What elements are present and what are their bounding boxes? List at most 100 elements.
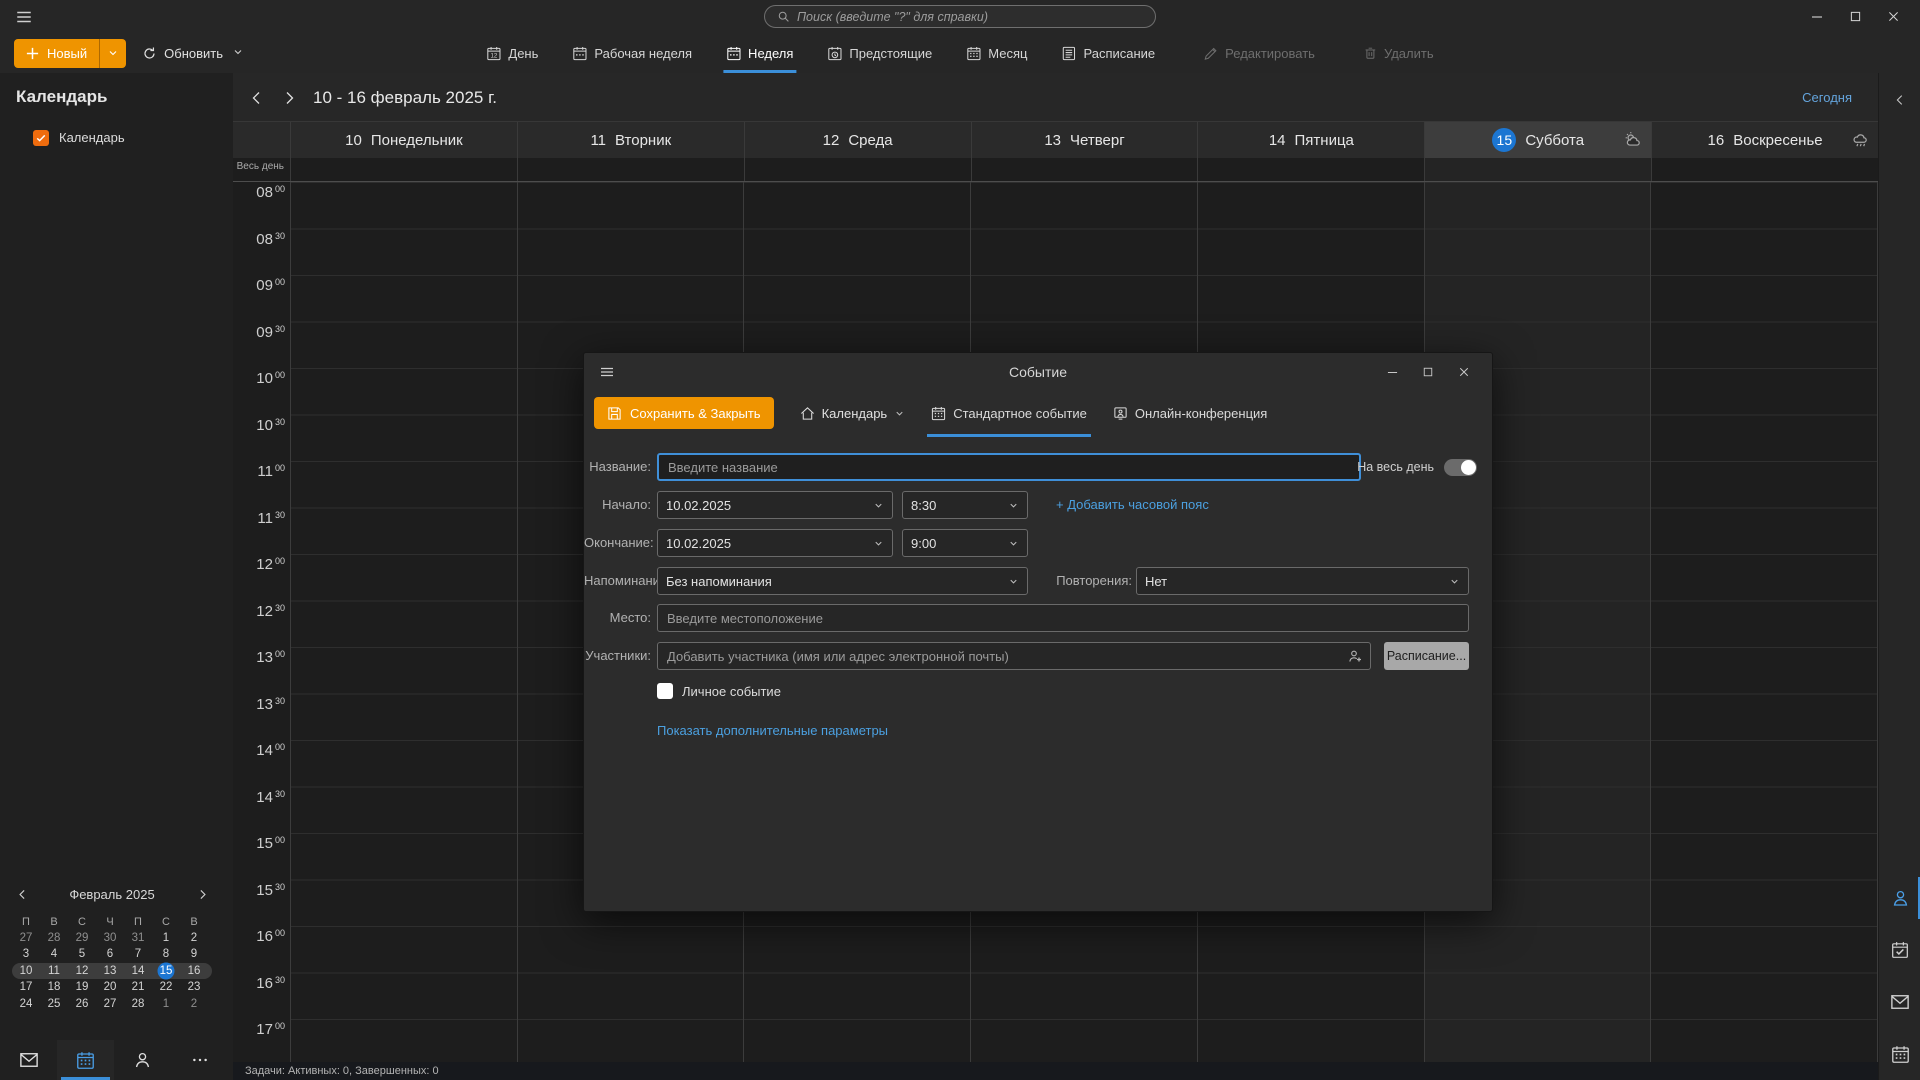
mini-calendar-day[interactable]: 9 xyxy=(180,946,208,963)
save-close-button[interactable]: Сохранить & Закрыть xyxy=(594,397,774,429)
private-event-checkbox[interactable] xyxy=(657,683,673,699)
repeat-select[interactable]: Нет xyxy=(1136,567,1469,595)
rail-calendar-icon[interactable] xyxy=(1879,1028,1920,1080)
day-column[interactable] xyxy=(290,182,517,1062)
mini-calendar-day[interactable]: 10 xyxy=(12,963,40,980)
view-tab[interactable]: Расписание xyxy=(1061,33,1155,73)
view-tab[interactable]: 12День xyxy=(486,33,538,73)
new-button[interactable]: Новый xyxy=(14,39,126,68)
start-time-select[interactable]: 8:30 xyxy=(902,491,1028,519)
all-day-cell[interactable] xyxy=(1651,158,1878,181)
view-tab[interactable]: Рабочая неделя xyxy=(572,33,692,73)
calendar-dropdown[interactable]: Календарь xyxy=(800,406,906,421)
dialog-close-icon[interactable] xyxy=(1446,353,1482,391)
day-header-cell[interactable]: 12Среда xyxy=(744,122,971,158)
all-day-cell[interactable] xyxy=(971,158,1198,181)
mini-calendar-day[interactable]: 12 xyxy=(68,963,96,980)
mini-calendar-day[interactable]: 21 xyxy=(124,979,152,996)
mini-calendar-day[interactable]: 29 xyxy=(68,930,96,947)
search-input[interactable]: Поиск (введите "?" для справки) xyxy=(764,5,1156,28)
reminder-select[interactable]: Без напоминания xyxy=(657,567,1028,595)
all-day-toggle[interactable] xyxy=(1444,459,1477,476)
dock-people-icon[interactable] xyxy=(114,1040,171,1080)
day-header-cell[interactable]: 13Четверг xyxy=(971,122,1198,158)
all-day-cell[interactable] xyxy=(517,158,744,181)
dock-mail-icon[interactable] xyxy=(0,1040,57,1080)
mini-calendar-day[interactable]: 16 xyxy=(180,963,208,980)
all-day-cell[interactable] xyxy=(1424,158,1651,181)
mini-calendar-day[interactable]: 30 xyxy=(96,930,124,947)
tab-online-conference[interactable]: Онлайн-конференция xyxy=(1113,391,1267,435)
maximize-icon[interactable] xyxy=(1836,0,1874,33)
mini-calendar-day[interactable]: 4 xyxy=(40,946,68,963)
show-more-options-link[interactable]: Показать дополнительные параметры xyxy=(657,723,888,738)
prev-week-icon[interactable] xyxy=(245,85,269,111)
mini-calendar-day[interactable]: 5 xyxy=(68,946,96,963)
day-header-cell[interactable]: 16Воскресенье xyxy=(1651,122,1878,158)
mini-calendar-day[interactable]: 3 xyxy=(12,946,40,963)
view-tab[interactable]: Месяц xyxy=(966,33,1027,73)
mini-calendar-day[interactable]: 27 xyxy=(12,930,40,947)
mini-calendar-day[interactable]: 11 xyxy=(40,963,68,980)
mini-calendar-day[interactable]: 2 xyxy=(180,930,208,947)
mini-calendar-day[interactable]: 23 xyxy=(180,979,208,996)
mini-calendar-day[interactable]: 18 xyxy=(40,979,68,996)
mini-calendar-day[interactable]: 1 xyxy=(152,930,180,947)
location-input[interactable] xyxy=(658,605,1468,631)
calendar-checkbox[interactable] xyxy=(33,130,49,146)
start-date-select[interactable]: 10.02.2025 xyxy=(657,491,893,519)
app-menu-icon[interactable] xyxy=(12,6,36,28)
dock-calendar-icon[interactable] xyxy=(57,1040,114,1080)
mini-calendar-day[interactable]: 26 xyxy=(68,996,96,1013)
refresh-dropdown-icon[interactable] xyxy=(232,46,244,61)
collapse-rail-icon[interactable] xyxy=(1879,87,1920,113)
rail-mail-icon[interactable] xyxy=(1879,976,1920,1028)
dialog-maximize-icon[interactable] xyxy=(1410,353,1446,391)
view-tab[interactable]: Неделя xyxy=(726,33,793,73)
refresh-button[interactable]: Обновить xyxy=(142,46,244,61)
attendees-input[interactable] xyxy=(658,643,1370,669)
day-column[interactable] xyxy=(1650,182,1878,1062)
next-week-icon[interactable] xyxy=(277,85,301,111)
rail-calendar-check-icon[interactable] xyxy=(1879,924,1920,976)
tab-standard-event[interactable]: Стандартное событие xyxy=(931,391,1087,435)
mini-calendar-day[interactable]: 27 xyxy=(96,996,124,1013)
end-date-select[interactable]: 10.02.2025 xyxy=(657,529,893,557)
mini-calendar-day[interactable]: 2 xyxy=(180,996,208,1013)
day-header-cell[interactable]: 15Суббота xyxy=(1424,122,1651,158)
sidebar-item-calendar[interactable]: Календарь xyxy=(0,125,233,150)
mini-calendar-prev-icon[interactable] xyxy=(12,885,32,905)
mini-calendar-day[interactable]: 19 xyxy=(68,979,96,996)
add-timezone-link[interactable]: + Добавить часовой пояс xyxy=(1056,491,1209,519)
today-link[interactable]: Сегодня xyxy=(1802,73,1852,122)
all-day-cell[interactable] xyxy=(744,158,971,181)
mini-calendar-day[interactable]: 7 xyxy=(124,946,152,963)
mini-calendar-day[interactable]: 28 xyxy=(124,996,152,1013)
add-person-icon[interactable] xyxy=(1347,648,1363,669)
day-header-cell[interactable]: 10Понедельник xyxy=(290,122,517,158)
close-icon[interactable] xyxy=(1874,0,1912,33)
all-day-cell[interactable] xyxy=(1197,158,1424,181)
minimize-icon[interactable] xyxy=(1798,0,1836,33)
all-day-cell[interactable] xyxy=(290,158,517,181)
new-dropdown-icon[interactable] xyxy=(100,47,126,59)
dock-more-icon[interactable] xyxy=(171,1040,228,1080)
mini-calendar-day[interactable]: 22 xyxy=(152,979,180,996)
mini-calendar-day[interactable]: 25 xyxy=(40,996,68,1013)
end-time-select[interactable]: 9:00 xyxy=(902,529,1028,557)
day-header-cell[interactable]: 11Вторник xyxy=(517,122,744,158)
name-field[interactable] xyxy=(657,453,1361,481)
name-input[interactable] xyxy=(659,455,1359,479)
scheduling-button[interactable]: Расписание... xyxy=(1384,642,1469,670)
mini-calendar-day[interactable]: 20 xyxy=(96,979,124,996)
mini-calendar-day[interactable]: 28 xyxy=(40,930,68,947)
mini-calendar-day[interactable]: 24 xyxy=(12,996,40,1013)
mini-calendar-day[interactable]: 31 xyxy=(124,930,152,947)
day-header-cell[interactable]: 14Пятница xyxy=(1197,122,1424,158)
dialog-minimize-icon[interactable] xyxy=(1374,353,1410,391)
view-tab[interactable]: Предстоящие xyxy=(827,33,932,73)
mini-calendar-day[interactable]: 17 xyxy=(12,979,40,996)
mini-calendar-day[interactable]: 15 xyxy=(152,963,180,980)
mini-calendar-next-icon[interactable] xyxy=(192,885,212,905)
mini-calendar-day[interactable]: 14 xyxy=(124,963,152,980)
